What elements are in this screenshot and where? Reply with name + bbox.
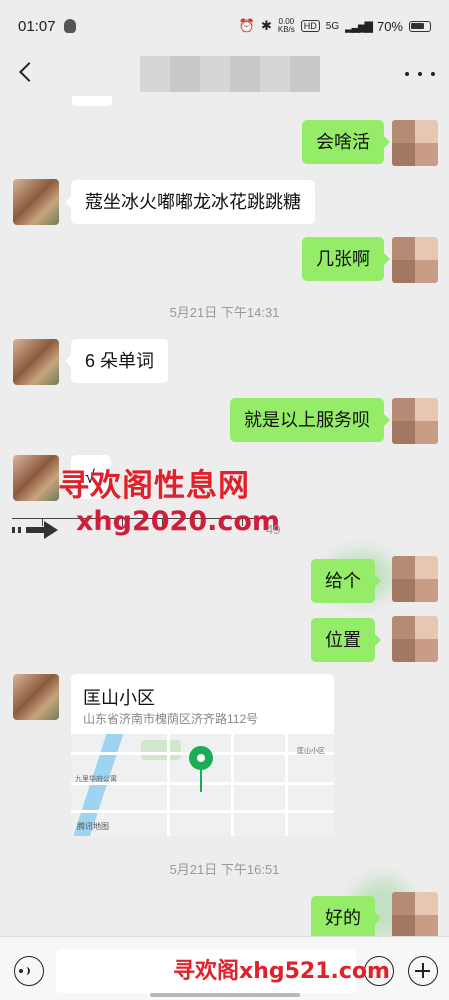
my-avatar[interactable]: [392, 892, 438, 936]
message-bubble-outgoing[interactable]: 几张啊: [302, 237, 390, 281]
watermark-arrow-icon: [12, 520, 60, 540]
chat-title-blurred: [140, 56, 320, 92]
map-road: [71, 810, 334, 813]
back-chevron-icon[interactable]: [10, 52, 50, 96]
watermark-url: xhg2020.com: [76, 506, 281, 537]
map-provider-label: 腾讯地图: [77, 822, 109, 831]
net-speed-unit: KB/s: [277, 25, 295, 34]
message-bubble-outgoing[interactable]: 会啥活: [302, 120, 390, 164]
timestamp: 5月21日 下午14:31: [169, 305, 280, 320]
partial-bubble-top: [72, 96, 112, 106]
my-avatar[interactable]: [392, 616, 438, 662]
message-bubble-incoming[interactable]: 蔻坐冰火嘟嘟龙冰花跳跳糖: [65, 180, 315, 224]
voice-icon[interactable]: [14, 956, 44, 986]
status-right: ⏰ ✱ 0.00 KB/s HD 5G ▂▃▅▇ 70%: [239, 18, 431, 34]
my-avatar[interactable]: [392, 556, 438, 602]
message-bubble-outgoing[interactable]: 就是以上服务呗: [230, 398, 390, 442]
contact-avatar[interactable]: [13, 179, 59, 225]
map-road: [167, 734, 170, 836]
location-card[interactable]: 匡山小区 山东省济南市槐荫区济齐路112号 九里华府公寓 匡山小区 腾讯地图: [71, 674, 334, 836]
hd-badge: HD: [300, 20, 320, 32]
more-dots-icon[interactable]: [405, 60, 435, 88]
battery-percent: 70%: [376, 18, 403, 34]
timestamp-fragment: 49: [266, 522, 281, 537]
status-time: 01:07: [18, 17, 56, 35]
message-bubble-outgoing[interactable]: 位置: [311, 618, 381, 662]
network-type: 5G: [325, 20, 340, 32]
my-avatar[interactable]: [392, 237, 438, 283]
timestamp: 5月21日 下午16:51: [169, 862, 280, 877]
location-pin-icon: [189, 746, 213, 794]
message-bubble-outgoing[interactable]: 好的: [311, 896, 381, 936]
map-poi-label: 匡山小区: [297, 748, 325, 755]
chat-messages[interactable]: 会啥活 蔻坐冰火嘟嘟龙冰花跳跳糖 几张啊 5月21日 下午14:31 6 朵单词…: [0, 96, 449, 936]
plus-icon[interactable]: [408, 956, 438, 986]
watermark-text: 寻欢阁性息网: [58, 468, 250, 504]
map-road: [285, 734, 288, 836]
alarm-icon: ⏰: [238, 18, 255, 33]
map-park: [141, 740, 181, 760]
map-poi-label: 九里华府公寓: [75, 776, 117, 783]
chat-header: [0, 52, 449, 96]
contact-avatar[interactable]: [13, 339, 59, 385]
map-road: [231, 734, 234, 836]
message-bubble-outgoing[interactable]: 给个: [311, 559, 381, 603]
signal-icon: ▂▃▅▇: [345, 20, 373, 33]
contact-avatar[interactable]: [13, 455, 59, 501]
net-speed: 0.00 KB/s: [278, 18, 295, 34]
my-avatar[interactable]: [392, 398, 438, 444]
location-name: 匡山小区: [83, 688, 155, 708]
home-indicator[interactable]: [150, 993, 300, 997]
bluetooth-icon: ✱: [260, 18, 272, 33]
status-bar: 01:07 ⏰ ✱ 0.00 KB/s HD 5G ▂▃▅▇ 70%: [0, 0, 449, 52]
location-map[interactable]: 九里华府公寓 匡山小区 腾讯地图: [71, 734, 334, 836]
message-bubble-incoming[interactable]: 6 朵单词: [64, 339, 169, 383]
location-address: 山东省济南市槐荫区济齐路112号: [83, 712, 259, 726]
contact-avatar[interactable]: [13, 674, 59, 720]
qq-notification-icon: [63, 19, 76, 33]
battery-icon: [409, 20, 431, 32]
watermark-bottom: 寻欢阁xhg521.com: [173, 959, 390, 984]
my-avatar[interactable]: [392, 120, 438, 166]
